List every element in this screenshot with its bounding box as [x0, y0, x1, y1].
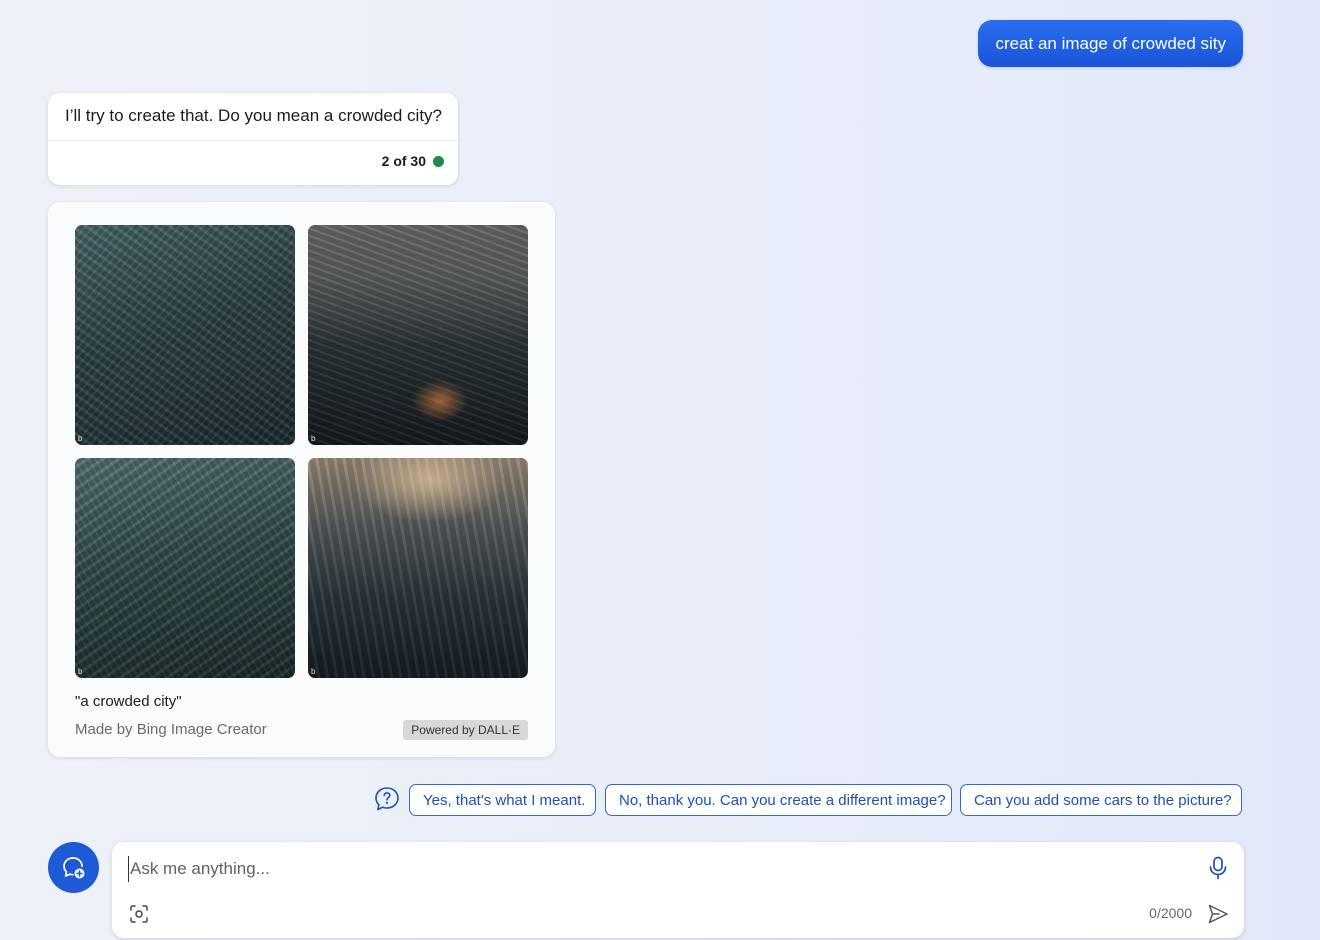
- ask-input[interactable]: [128, 856, 1188, 882]
- divider: [48, 140, 458, 141]
- bing-logo-icon: b: [78, 667, 83, 676]
- bot-reply-card: I’ll try to create that. Do you mean a c…: [48, 93, 458, 185]
- visual-search-icon[interactable]: [129, 904, 149, 924]
- image-prompt-caption: "a crowded city": [75, 693, 182, 710]
- question-bubble-icon: [375, 787, 399, 811]
- bot-reply-text: I’ll try to create that. Do you mean a c…: [65, 106, 443, 125]
- new-chat-icon: [62, 856, 84, 878]
- send-icon[interactable]: [1207, 903, 1229, 925]
- user-message-bubble: creat an image of crowded sity: [978, 20, 1243, 67]
- generated-image-4[interactable]: b: [308, 458, 528, 678]
- microphone-icon[interactable]: [1208, 856, 1228, 880]
- bing-logo-icon: b: [311, 667, 316, 676]
- powered-by-badge: Powered by DALL·E: [403, 720, 528, 740]
- turn-counter: 2 of 30: [382, 153, 444, 169]
- generated-image-3[interactable]: b: [75, 458, 295, 678]
- character-count: 0/2000: [1149, 905, 1192, 921]
- suggestion-chip-3[interactable]: Can you add some cars to the picture?: [960, 784, 1242, 816]
- suggestion-chip-2[interactable]: No, thank you. Can you create a differen…: [605, 784, 952, 816]
- turn-counter-label: 2 of 30: [381, 153, 426, 169]
- status-dot-icon: [433, 155, 444, 167]
- bing-logo-icon: b: [311, 434, 316, 443]
- made-by-label[interactable]: Made by Bing Image Creator: [75, 721, 267, 738]
- generated-image-2[interactable]: b: [308, 225, 528, 445]
- bing-logo-icon: b: [78, 434, 83, 443]
- suggestion-chip-1[interactable]: Yes, that's what I meant.: [409, 784, 596, 816]
- image-result-card: b b b b "a crowded city" Made by Bing Im…: [48, 202, 555, 757]
- chat-composer: 0/2000: [112, 842, 1244, 938]
- new-topic-button[interactable]: [48, 842, 99, 893]
- generated-image-1[interactable]: b: [75, 225, 295, 445]
